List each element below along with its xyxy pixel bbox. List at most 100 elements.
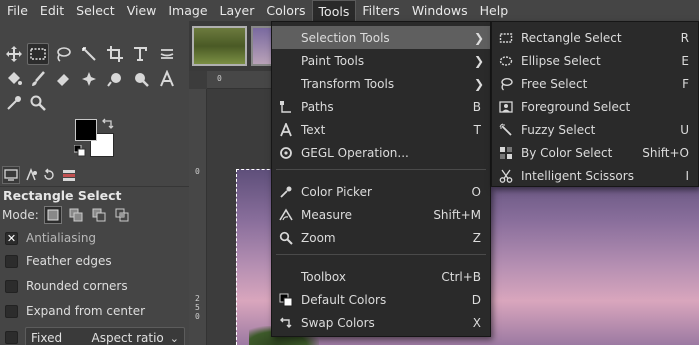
images-tab-icon[interactable] xyxy=(60,166,78,184)
default-colors-icon xyxy=(278,292,294,308)
dodge-icon[interactable] xyxy=(130,68,152,90)
foreground-color-swatch[interactable] xyxy=(75,119,97,141)
undo-history-tab-icon[interactable] xyxy=(40,166,58,184)
menu-item-label: Foreground Select xyxy=(521,99,631,114)
default-colors-mini-icon[interactable] xyxy=(74,145,86,157)
menu-item-intelligent-scissors[interactable]: Intelligent Scissors I xyxy=(492,164,698,187)
menu-help[interactable]: Help xyxy=(474,0,515,21)
menu-item-foreground-select[interactable]: Foreground Select xyxy=(492,95,698,118)
menu-item-ellipse-select[interactable]: Ellipse Select E xyxy=(492,49,698,72)
mode-subtract-icon[interactable] xyxy=(90,206,108,224)
menu-item-by-color-select[interactable]: By Color Select Shift+O xyxy=(492,141,698,164)
menu-image[interactable]: Image xyxy=(162,0,213,21)
menu-item-label: Free Select xyxy=(521,76,588,91)
menu-item-fuzzy-select[interactable]: Fuzzy Select U xyxy=(492,118,698,141)
heal-icon[interactable] xyxy=(78,68,100,90)
menu-item-text[interactable]: Text T xyxy=(272,118,490,141)
menu-item-shortcut: O xyxy=(471,184,481,199)
menu-file[interactable]: File xyxy=(1,0,34,21)
expand-from-center-option[interactable]: Expand from center xyxy=(5,301,145,321)
menu-tools[interactable]: Tools xyxy=(311,0,357,21)
menu-item-measure[interactable]: Measure Shift+M xyxy=(272,203,490,226)
menu-item-label: Swap Colors xyxy=(301,315,375,330)
menu-layer[interactable]: Layer xyxy=(214,0,261,21)
menu-item-label: GEGL Operation... xyxy=(301,145,409,160)
move-icon[interactable] xyxy=(3,43,25,65)
expand-from-center-label: Expand from center xyxy=(26,304,146,318)
crop-icon[interactable] xyxy=(104,43,126,65)
mode-label: Mode: xyxy=(2,208,39,222)
bucket-fill-icon[interactable] xyxy=(3,68,25,90)
menu-colors[interactable]: Colors xyxy=(260,0,311,21)
image-thumbnail-2[interactable] xyxy=(251,26,273,66)
device-status-tab-icon[interactable] xyxy=(22,166,40,184)
menu-item-toolbox[interactable]: Toolbox Ctrl+B xyxy=(272,265,490,288)
submenu-arrow-icon: ❯ xyxy=(473,53,484,68)
smudge-icon[interactable] xyxy=(104,68,126,90)
menu-item-free-select[interactable]: Free Select F xyxy=(492,72,698,95)
chevron-down-icon: ⌄ xyxy=(169,331,179,345)
menu-select[interactable]: Select xyxy=(70,0,121,21)
paintbrush-icon[interactable] xyxy=(27,68,49,90)
rounded-corners-option[interactable]: Rounded corners xyxy=(5,276,128,296)
color-picker-icon[interactable] xyxy=(3,92,25,114)
antialiasing-checkbox[interactable]: ✕ xyxy=(5,231,18,245)
menu-item-zoom[interactable]: Zoom Z xyxy=(272,226,490,249)
menu-item-label: Paint Tools xyxy=(301,53,365,68)
submenu-arrow-icon: ❯ xyxy=(473,76,484,91)
menu-item-shortcut: D xyxy=(471,292,481,307)
toolbox: Rectangle Select Mode: ✕ Antialiasing Fe… xyxy=(0,21,189,345)
menu-item-swap-colors[interactable]: Swap Colors X xyxy=(272,311,490,334)
eraser-icon[interactable] xyxy=(52,68,74,90)
zoom-icon[interactable] xyxy=(27,92,49,114)
ruler-mark: 5 xyxy=(195,303,200,312)
antialiasing-option[interactable]: ✕ Antialiasing xyxy=(5,228,96,248)
menu-item-rectangle-select[interactable]: Rectangle Select R xyxy=(492,26,698,49)
menu-item-paint-tools[interactable]: Paint Tools ❯ xyxy=(272,49,490,72)
text-warp-icon[interactable] xyxy=(130,43,152,65)
fuzzy-select-icon xyxy=(498,122,514,138)
tool-options-title: Rectangle Select xyxy=(3,188,122,203)
menu-filters[interactable]: Filters xyxy=(356,0,405,21)
mode-add-icon[interactable] xyxy=(67,206,85,224)
fixed-aspect-dropdown[interactable]: Fixed Aspect ratio ⌄ xyxy=(25,327,185,345)
menu-item-shortcut: B xyxy=(472,99,481,114)
image-thumbnail-1[interactable] xyxy=(192,26,247,66)
menu-item-color-picker[interactable]: Color Picker O xyxy=(272,180,490,203)
feather-edges-checkbox[interactable] xyxy=(5,254,18,268)
warp-icon[interactable] xyxy=(156,43,178,65)
menu-view[interactable]: View xyxy=(121,0,163,21)
rounded-corners-checkbox[interactable] xyxy=(5,279,18,293)
menu-item-shortcut: F xyxy=(682,76,689,91)
swap-arrow-icon[interactable] xyxy=(101,118,115,132)
selection-mode-row: Mode: xyxy=(2,204,131,226)
menu-item-shortcut: Shift+M xyxy=(433,207,481,222)
ruler-mark: 0 xyxy=(217,74,222,83)
lasso-icon[interactable] xyxy=(52,43,74,65)
fuzzy-select-icon[interactable] xyxy=(78,43,100,65)
rect-select-icon xyxy=(498,30,514,46)
menu-item-transform-tools[interactable]: Transform Tools ❯ xyxy=(272,72,490,95)
fixed-option[interactable] xyxy=(5,327,18,345)
rect-select-icon[interactable] xyxy=(27,43,49,65)
tools-menu: Selection Tools ❯ Paint Tools ❯ Transfor… xyxy=(271,21,491,337)
mode-intersect-icon[interactable] xyxy=(113,206,131,224)
menu-windows[interactable]: Windows xyxy=(406,0,474,21)
paths-icon xyxy=(278,99,294,115)
mode-replace-icon[interactable] xyxy=(43,206,62,224)
feather-edges-option[interactable]: Feather edges xyxy=(5,251,112,271)
expand-from-center-checkbox[interactable] xyxy=(5,304,18,318)
menu-item-paths[interactable]: Paths B xyxy=(272,95,490,118)
free-select-icon xyxy=(498,76,514,92)
menu-item-label: Selection Tools xyxy=(301,30,390,45)
text-tool-icon[interactable] xyxy=(156,68,178,90)
menu-item-shortcut: I xyxy=(685,168,689,183)
menu-item-gegl-operation[interactable]: GEGL Operation... xyxy=(272,141,490,164)
menu-edit[interactable]: Edit xyxy=(34,0,70,21)
vertical-ruler[interactable]: 0 2 5 0 xyxy=(189,89,207,345)
tool-options-tab-icon[interactable] xyxy=(2,166,20,184)
menu-item-selection-tools[interactable]: Selection Tools ❯ xyxy=(272,26,490,49)
menu-item-shortcut: Z xyxy=(472,230,481,245)
fixed-checkbox[interactable] xyxy=(5,330,18,344)
menu-item-default-colors[interactable]: Default Colors D xyxy=(272,288,490,311)
